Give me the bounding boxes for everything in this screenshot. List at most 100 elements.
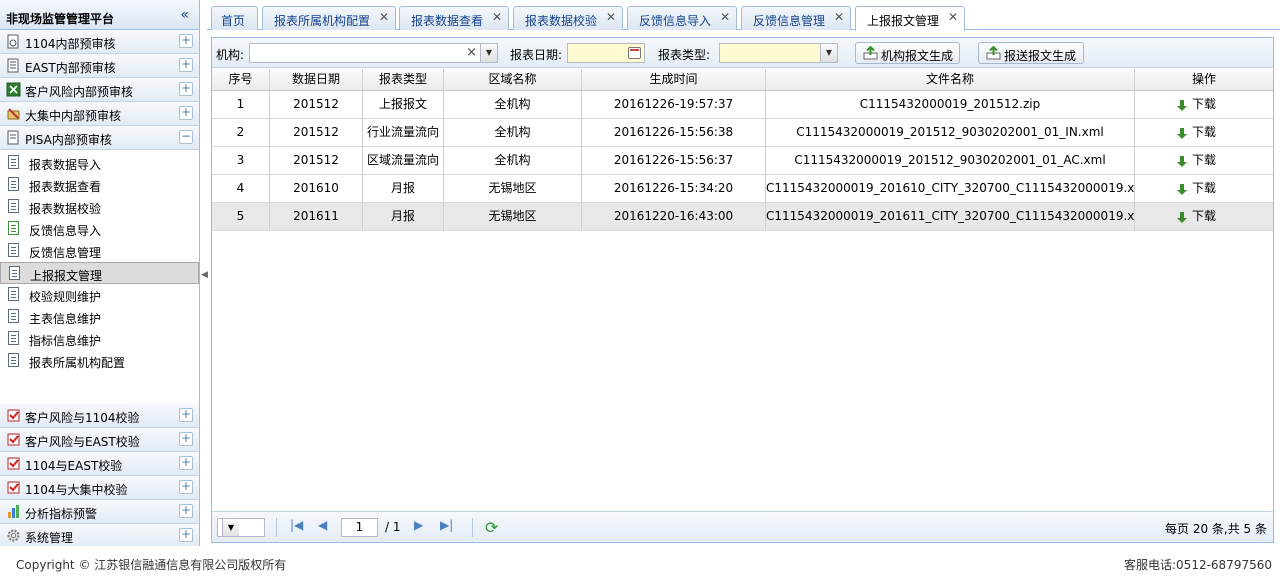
table-cell: 201512 bbox=[270, 119, 363, 146]
chevron-down-icon[interactable]: ▼ bbox=[820, 44, 837, 62]
accordion-label: 1104与大集中校验 bbox=[25, 483, 128, 497]
download-button[interactable]: 下载 bbox=[1176, 119, 1216, 146]
clear-icon[interactable]: × bbox=[466, 45, 477, 60]
sidebar-item-indicator-maintain[interactable]: 指标信息维护 bbox=[0, 328, 199, 350]
document-import-icon bbox=[8, 221, 19, 235]
check-doc-icon bbox=[7, 409, 20, 422]
accordion-label: PISA内部预审核 bbox=[25, 133, 112, 147]
column-header[interactable]: 区域名称 bbox=[444, 69, 582, 90]
sidebar-item-submission-manage[interactable]: 上报报文管理 bbox=[0, 262, 199, 284]
excel-icon bbox=[6, 82, 21, 97]
sidebar-item-feedback-manage[interactable]: 反馈信息管理 bbox=[0, 240, 199, 262]
first-page-icon[interactable]: |◀ bbox=[290, 518, 303, 532]
accordion-system-manage[interactable]: 系统管理 + bbox=[0, 524, 199, 548]
last-page-icon[interactable]: ▶| bbox=[440, 518, 453, 532]
page-number-input[interactable]: 1 bbox=[341, 518, 378, 537]
sidebar-splitter[interactable]: ◀ bbox=[200, 260, 208, 290]
calendar-icon[interactable] bbox=[628, 47, 641, 59]
report-type-select[interactable]: ▼ bbox=[719, 43, 838, 63]
close-icon[interactable]: ✕ bbox=[492, 10, 502, 24]
close-icon[interactable]: ✕ bbox=[948, 10, 958, 24]
expand-icon[interactable]: + bbox=[179, 34, 193, 48]
table-row[interactable]: 3 201512 区域流量流向 全机构 20161226-15:56:37 C111543… bbox=[212, 147, 1273, 175]
close-icon[interactable]: ✕ bbox=[379, 10, 389, 24]
action-cell: 下载 bbox=[1135, 91, 1273, 118]
table-row[interactable]: 5 201611 月报 无锡地区 20161220-16:43:00 C111543200… bbox=[212, 203, 1273, 231]
sidebar-item-report-import[interactable]: 报表数据导入 bbox=[0, 152, 199, 174]
chevron-down-icon[interactable]: ▼ bbox=[480, 44, 497, 62]
download-button[interactable]: 下载 bbox=[1176, 147, 1216, 174]
bar-chart-icon bbox=[8, 505, 19, 518]
tab-report-check[interactable]: 报表数据校验 ✕ bbox=[513, 6, 623, 30]
org-message-generate-button[interactable]: 机构报文生成 bbox=[855, 42, 960, 64]
expand-icon[interactable]: + bbox=[179, 82, 193, 96]
table-cell: 4 bbox=[212, 175, 270, 202]
accordion-centralized-review[interactable]: 大集中内部预审核 + bbox=[0, 102, 199, 126]
sidebar-item-label: 报表数据查看 bbox=[29, 180, 102, 194]
accordion-customer-risk-review[interactable]: 客户风险内部预审核 + bbox=[0, 78, 199, 102]
prev-page-icon[interactable]: ◀ bbox=[318, 518, 327, 532]
table-cell: C1115432000019_201610_CITY_320700_C11154… bbox=[766, 175, 1135, 202]
expand-icon[interactable]: + bbox=[179, 106, 193, 120]
column-header[interactable]: 报表类型 bbox=[363, 69, 444, 90]
column-header[interactable]: 生成时间 bbox=[582, 69, 766, 90]
table-row[interactable]: 4 201610 月报 无锡地区 20161226-15:34:20 C111543200… bbox=[212, 175, 1273, 203]
table-cell: 20161226-19:57:37 bbox=[582, 91, 766, 118]
table-cell: C1115432000019_201512.zip bbox=[766, 91, 1135, 118]
column-header[interactable]: 操作 bbox=[1135, 69, 1273, 90]
sidebar-item-feedback-import[interactable]: 反馈信息导入 bbox=[0, 218, 199, 240]
submit-message-generate-button[interactable]: 报送报文生成 bbox=[978, 42, 1084, 64]
sidebar-item-rule-maintain[interactable]: 校验规则维护 bbox=[0, 284, 199, 306]
accordion-indicator-alert[interactable]: 分析指标预警 + bbox=[0, 500, 199, 524]
chevron-down-icon[interactable]: ▼ bbox=[222, 519, 239, 536]
close-icon[interactable]: ✕ bbox=[720, 10, 730, 24]
accordion-1104-centralized[interactable]: 1104与大集中校验 + bbox=[0, 476, 199, 500]
accordion-customer-risk-1104[interactable]: 客户风险与1104校验 + bbox=[0, 404, 199, 428]
tab-home[interactable]: 首页 bbox=[211, 6, 258, 30]
download-button[interactable]: 下载 bbox=[1176, 203, 1216, 230]
expand-icon[interactable]: + bbox=[179, 528, 193, 542]
column-header[interactable]: 序号 bbox=[212, 69, 270, 90]
report-date-field[interactable] bbox=[567, 43, 645, 63]
refresh-icon[interactable]: ⟳ bbox=[485, 518, 498, 537]
document-icon bbox=[9, 266, 20, 280]
accordion-pisa-review[interactable]: PISA内部预审核 − bbox=[0, 126, 199, 150]
sidebar-item-master-maintain[interactable]: 主表信息维护 bbox=[0, 306, 199, 328]
expand-icon[interactable]: + bbox=[179, 456, 193, 470]
upload-icon bbox=[986, 46, 1001, 60]
download-arrow-icon bbox=[1176, 128, 1187, 139]
tab-feedback-import[interactable]: 反馈信息导入 ✕ bbox=[627, 6, 737, 30]
tab-feedback-manage[interactable]: 反馈信息管理 ✕ bbox=[741, 6, 851, 30]
accordion-1104-east[interactable]: 1104与EAST校验 + bbox=[0, 452, 199, 476]
org-combo[interactable]: × ▼ bbox=[249, 43, 498, 63]
accordion-east-review[interactable]: EAST内部预审核 + bbox=[0, 54, 199, 78]
column-header[interactable]: 数据日期 bbox=[270, 69, 363, 90]
sidebar-item-report-view[interactable]: 报表数据查看 bbox=[0, 174, 199, 196]
table-row[interactable]: 1 201512 上报报文 全机构 20161226-19:57:37 C11154320… bbox=[212, 91, 1273, 119]
table-row[interactable]: 2 201512 行业流量流向 全机构 20161226-15:56:38 C111543… bbox=[212, 119, 1273, 147]
main-area: 首页 报表所属机构配置 ✕ 报表数据查看 ✕ 报表数据校验 ✕ 反馈信息导入 ✕… bbox=[207, 0, 1280, 546]
table-cell: 月报 bbox=[363, 203, 444, 230]
expand-icon[interactable]: + bbox=[179, 432, 193, 446]
accordion-1104-review[interactable]: 1104内部预审核 + bbox=[0, 30, 199, 54]
tab-submission-manage[interactable]: 上报报文管理 ✕ bbox=[855, 6, 965, 31]
sidebar-item-org-config[interactable]: 报表所属机构配置 bbox=[0, 350, 199, 372]
close-icon[interactable]: ✕ bbox=[834, 10, 844, 24]
expand-icon[interactable]: + bbox=[179, 504, 193, 518]
expand-icon[interactable]: + bbox=[179, 58, 193, 72]
close-icon[interactable]: ✕ bbox=[606, 10, 616, 24]
sidebar-item-report-check[interactable]: 报表数据校验 bbox=[0, 196, 199, 218]
tab-report-view[interactable]: 报表数据查看 ✕ bbox=[399, 6, 509, 30]
expand-icon[interactable]: + bbox=[179, 408, 193, 422]
next-page-icon[interactable]: ▶ bbox=[414, 518, 423, 532]
page-size-select[interactable]: 20 ▼ bbox=[217, 518, 265, 537]
accordion-customer-risk-east[interactable]: 客户风险与EAST校验 + bbox=[0, 428, 199, 452]
collapse-group-icon[interactable]: − bbox=[179, 130, 193, 144]
download-button[interactable]: 下载 bbox=[1176, 175, 1216, 202]
download-button[interactable]: 下载 bbox=[1176, 91, 1216, 118]
collapse-sidebar-icon[interactable]: « bbox=[180, 7, 189, 23]
column-header[interactable]: 文件名称 bbox=[766, 69, 1135, 90]
tab-org-config[interactable]: 报表所属机构配置 ✕ bbox=[262, 6, 396, 30]
expand-icon[interactable]: + bbox=[179, 480, 193, 494]
download-label: 下载 bbox=[1191, 209, 1216, 223]
